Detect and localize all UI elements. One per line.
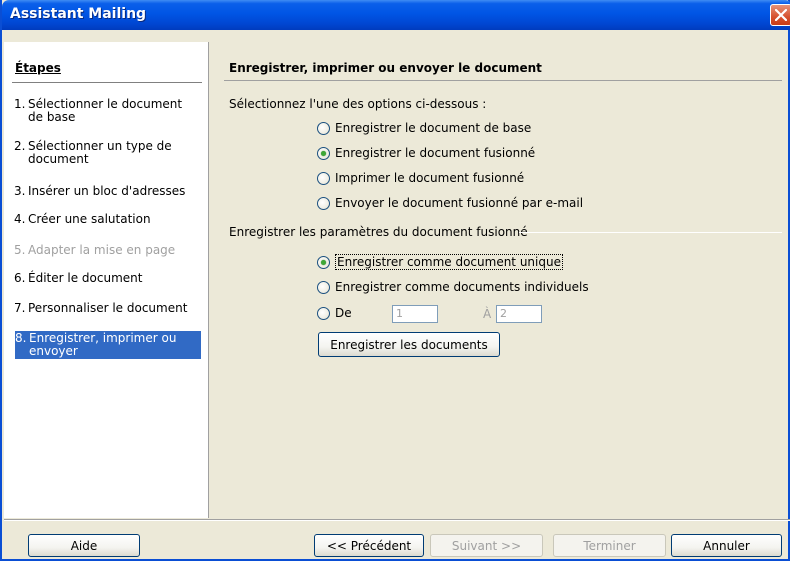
step-3[interactable]: 3. Insérer un bloc d'adresses bbox=[14, 185, 200, 198]
option-save-base[interactable]: Enregistrer le document de base bbox=[317, 121, 531, 135]
radio-button[interactable] bbox=[317, 255, 330, 269]
option-save-range[interactable]: De bbox=[317, 306, 352, 320]
option-label: Envoyer le document fusionné par e-mail bbox=[335, 196, 584, 210]
steps-header: Étapes bbox=[15, 61, 61, 75]
title-bar[interactable]: Assistant Mailing bbox=[2, 0, 790, 30]
option-label: Imprimer le document fusionné bbox=[335, 171, 525, 185]
step-label: Personnaliser le document bbox=[28, 301, 188, 315]
option-email-merged[interactable]: Envoyer le document fusionné par e-mail bbox=[317, 196, 583, 210]
option-print-merged[interactable]: Imprimer le document fusionné bbox=[317, 171, 524, 185]
step-label: Sélectionner le document de base bbox=[28, 97, 183, 124]
option-label: Enregistrer comme document unique bbox=[335, 254, 563, 270]
cancel-button[interactable]: Annuler bbox=[671, 534, 782, 557]
window-title: Assistant Mailing bbox=[10, 6, 147, 22]
step-2[interactable]: 2. Sélectionner un type de document bbox=[14, 140, 200, 166]
to-label: À bbox=[483, 307, 492, 321]
step-number: 4. bbox=[14, 212, 26, 226]
close-icon bbox=[775, 9, 787, 21]
from-field[interactable]: 1 bbox=[392, 305, 438, 323]
step-label: Enregistrer, imprimer ou envoyer bbox=[29, 331, 177, 358]
close-button[interactable] bbox=[770, 4, 790, 26]
radio-button[interactable] bbox=[317, 146, 330, 160]
step-5: 5. Adapter la mise en page bbox=[14, 244, 200, 257]
step-label: Adapter la mise en page bbox=[28, 243, 176, 257]
option-label: Enregistrer le document de base bbox=[335, 121, 532, 135]
step-4[interactable]: 4. Créer une salutation bbox=[14, 213, 200, 226]
option-label: De bbox=[335, 306, 352, 320]
finish-button: Terminer bbox=[553, 534, 666, 557]
step-number: 8. bbox=[15, 331, 27, 345]
step-number: 7. bbox=[14, 301, 26, 315]
save-documents-button[interactable]: Enregistrer les documents bbox=[318, 332, 500, 357]
step-label: Créer une salutation bbox=[28, 212, 151, 226]
radio-button[interactable] bbox=[317, 171, 330, 185]
step-7[interactable]: 7. Personnaliser le document bbox=[14, 302, 200, 315]
step-label: Éditer le document bbox=[28, 271, 143, 285]
step-label: Sélectionner un type de document bbox=[28, 139, 172, 166]
option-label: Enregistrer le document fusionné bbox=[335, 146, 536, 160]
step-number: 2. bbox=[14, 139, 26, 153]
option-label: Enregistrer comme documents individuels bbox=[335, 280, 589, 294]
option-save-single[interactable]: Enregistrer comme document unique bbox=[317, 254, 563, 270]
steps-divider bbox=[12, 82, 202, 83]
step-8[interactable]: 8. Enregistrer, imprimer ou envoyer bbox=[15, 331, 201, 359]
step-1[interactable]: 1. Sélectionner le document de base bbox=[14, 98, 200, 124]
group-divider bbox=[519, 232, 782, 233]
radio-button[interactable] bbox=[317, 196, 330, 210]
step-6[interactable]: 6. Éditer le document bbox=[14, 272, 200, 285]
radio-button[interactable] bbox=[317, 121, 330, 135]
help-button[interactable]: Aide bbox=[28, 534, 140, 557]
step-number: 6. bbox=[14, 271, 26, 285]
steps-panel: Étapes 1. Sélectionner le document de ba… bbox=[4, 42, 209, 518]
mailing-wizard-window: Assistant Mailing Étapes 1. Sélectionner… bbox=[0, 0, 790, 561]
step-label: Insérer un bloc d'adresses bbox=[28, 184, 186, 198]
option-save-individual[interactable]: Enregistrer comme documents individuels bbox=[317, 280, 589, 294]
option-save-merged[interactable]: Enregistrer le document fusionné bbox=[317, 146, 535, 160]
radio-button[interactable] bbox=[317, 306, 330, 320]
previous-button[interactable]: << Précédent bbox=[314, 534, 424, 557]
radio-button[interactable] bbox=[317, 280, 330, 294]
page-title: Enregistrer, imprimer ou envoyer le docu… bbox=[229, 61, 542, 75]
step-number: 3. bbox=[14, 184, 26, 198]
to-field[interactable]: 2 bbox=[496, 305, 542, 323]
step-number: 1. bbox=[14, 97, 26, 111]
step-number: 5. bbox=[14, 243, 26, 257]
options-label: Sélectionnez l'une des options ci-dessou… bbox=[229, 97, 487, 111]
footer-divider bbox=[4, 519, 790, 521]
title-divider bbox=[224, 80, 782, 81]
group-label: Enregistrer les paramètres du document f… bbox=[229, 225, 528, 239]
next-button: Suivant >> bbox=[430, 534, 543, 557]
